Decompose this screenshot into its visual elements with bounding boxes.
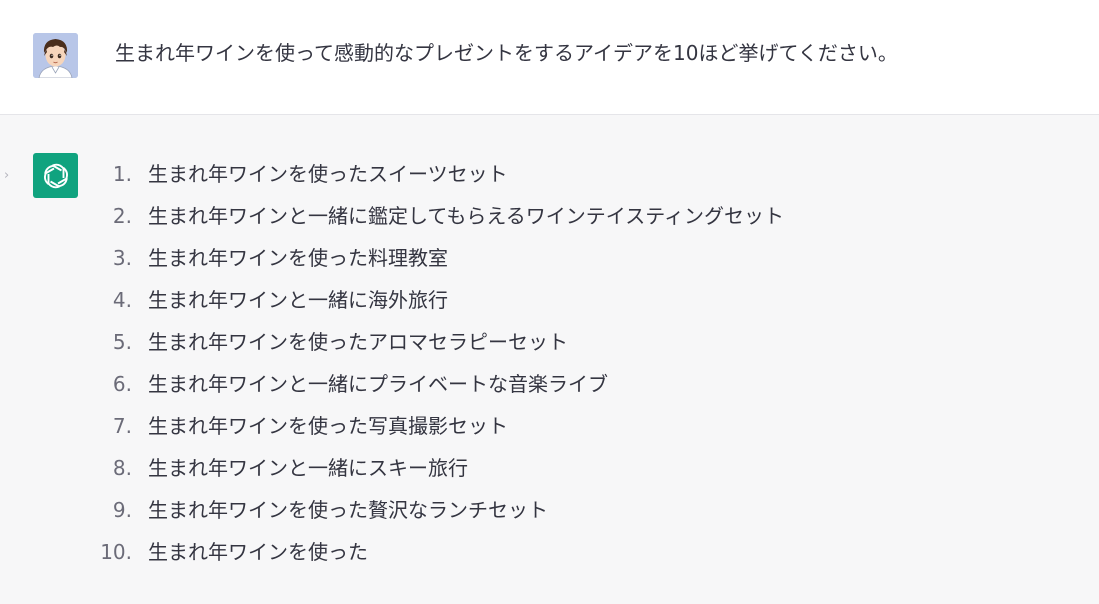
list-item-text: 生まれ年ワインを使った料理教室 (148, 246, 448, 270)
list-item-text: 生まれ年ワインを使った (148, 540, 368, 564)
list-item-number: 2. (112, 204, 132, 228)
list-item-number: 4. (112, 288, 132, 312)
list-item-number: 7. (112, 414, 132, 438)
list-item-text: 生まれ年ワインを使った贅沢なランチセット (148, 498, 548, 522)
list-item-number: 5. (112, 330, 132, 354)
list-item-number: 8. (112, 456, 132, 480)
assistant-message-row: › 1. 生まれ年ワインを使ったスイーツセット 2. 生まれ年ワインと一緒に鑑定… (0, 115, 1099, 604)
list-item-number: 9. (112, 498, 132, 522)
list-item-text: 生まれ年ワインを使ったアロマセラピーセット (148, 330, 568, 354)
user-prompt-text: 生まれ年ワインを使って感動的なプレゼントをするアイデアを10ほど挙げてください。 (115, 41, 898, 65)
chevron-right-icon[interactable]: › (4, 168, 9, 183)
user-message-row: 生まれ年ワインを使って感動的なプレゼントをするアイデアを10ほど挙げてください。 (0, 0, 1099, 115)
list-item-text: 生まれ年ワインを使ったスイーツセット (148, 162, 508, 186)
list-item-text: 生まれ年ワインと一緒に海外旅行 (148, 288, 448, 312)
list-item-number: 1. (112, 162, 132, 186)
list-item-text: 生まれ年ワインを使った写真撮影セット (148, 414, 508, 438)
list-item-text: 生まれ年ワインと一緒に鑑定してもらえるワインテイスティングセット (148, 204, 784, 228)
list-item-number: 6. (112, 372, 132, 396)
list-item-number: 3. (112, 246, 132, 270)
user-avatar-icon (33, 33, 78, 78)
list-item-text: 生まれ年ワインと一緒にプライベートな音楽ライブ (148, 372, 608, 396)
list-item-text: 生まれ年ワインと一緒にスキー旅行 (148, 456, 468, 480)
list-item-number: 10. (100, 540, 132, 564)
